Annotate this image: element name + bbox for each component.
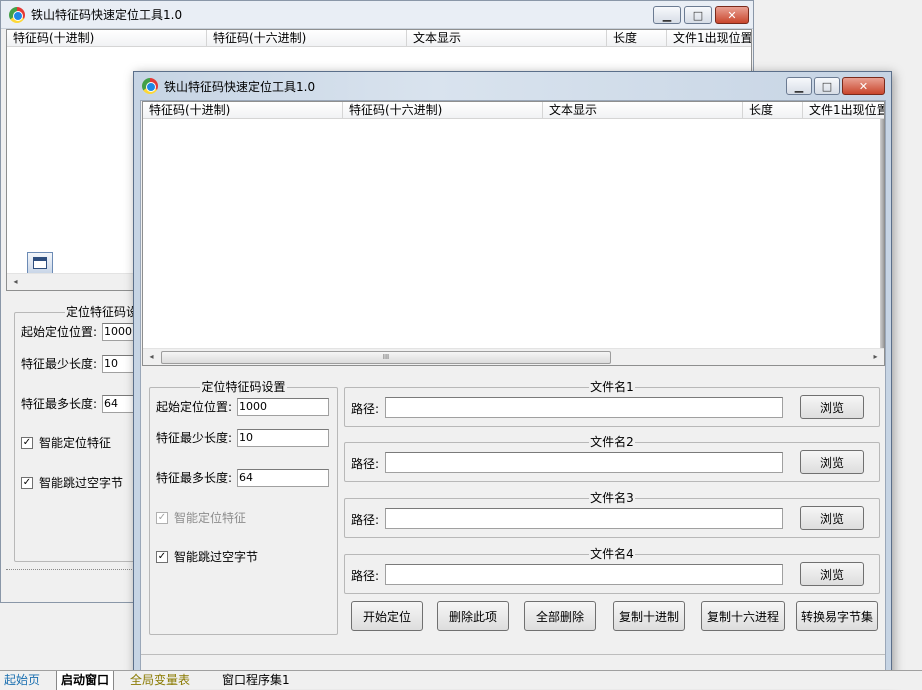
file-group-4: 文件名4 路径: 浏览: [344, 547, 880, 594]
tab-global-variables[interactable]: 全局变量表: [126, 671, 194, 690]
scroll-left-icon[interactable]: ◂: [7, 274, 24, 291]
minimize-button[interactable]: ▁: [653, 6, 681, 24]
max-length-label: 特征最多长度:: [156, 471, 233, 485]
front-results-list[interactable]: 特征码(十进制) 特征码(十六进制) 文本显示 长度 文件1出现位置 ◂ III…: [142, 101, 885, 366]
scrollbar-thumb[interactable]: III: [161, 351, 611, 364]
file-group-2: 文件名2 路径: 浏览: [344, 435, 880, 482]
back-skip-empty-checkbox[interactable]: ✓ 智能跳过空字节: [21, 474, 123, 491]
scroll-right-icon[interactable]: ▸: [867, 349, 884, 366]
copy-hex-button[interactable]: 复制十六进程: [701, 601, 785, 631]
min-length-label: 特征最少长度:: [156, 431, 233, 445]
skip-empty-checkbox[interactable]: ✓ 智能跳过空字节: [156, 548, 258, 565]
column-header[interactable]: 文本显示: [543, 102, 743, 118]
min-length-input[interactable]: 10: [237, 429, 329, 447]
back-list-header: 特征码(十进制) 特征码(十六进制) 文本显示 长度 文件1出现位置: [7, 30, 751, 47]
front-window-titlebar[interactable]: 铁山特征码快速定位工具1.0 ▁ □ ✕: [134, 72, 891, 100]
front-horizontal-scrollbar[interactable]: ◂ III ▸: [143, 348, 884, 365]
checkbox-label: 智能定位特征: [39, 436, 112, 450]
front-client-area: 特征码(十进制) 特征码(十六进制) 文本显示 长度 文件1出现位置 ◂ III…: [140, 100, 886, 673]
copy-decimal-button[interactable]: 复制十进制: [613, 601, 685, 631]
checkbox-box: ✓: [156, 550, 168, 563]
checkbox-box: ✓: [21, 436, 33, 449]
front-window-title: 铁山特征码快速定位工具1.0: [164, 79, 316, 94]
column-header[interactable]: 特征码(十六进制): [207, 30, 407, 46]
column-header[interactable]: 文件1出现位置: [667, 30, 751, 46]
file-group-title: 文件名2: [589, 435, 635, 449]
front-window: 铁山特征码快速定位工具1.0 ▁ □ ✕ 特征码(十进制) 特征码(十六进制) …: [133, 71, 892, 680]
maximize-button[interactable]: □: [684, 6, 712, 24]
checkbox-label: 智能跳过空字节: [174, 550, 259, 564]
smart-locate-checkbox[interactable]: ✓ 智能定位特征: [156, 509, 246, 526]
checkbox-label: 智能跳过空字节: [39, 476, 124, 490]
max-length-input[interactable]: 64: [237, 469, 329, 487]
convert-bytes-button[interactable]: 转换易字节集: [796, 601, 878, 631]
start-locate-button[interactable]: 开始定位: [351, 601, 423, 631]
column-header[interactable]: 特征码(十六进制): [343, 102, 543, 118]
tab-window-assembly[interactable]: 窗口程序集1: [218, 671, 294, 690]
calendar-icon[interactable]: [27, 252, 53, 274]
front-list-header: 特征码(十进制) 特征码(十六进制) 文本显示 长度 文件1出现位置: [143, 102, 884, 119]
tab-launch-window[interactable]: 启动窗口: [56, 671, 115, 690]
browse-button[interactable]: 浏览: [800, 506, 864, 530]
browse-button[interactable]: 浏览: [800, 562, 864, 586]
browse-button[interactable]: 浏览: [800, 450, 864, 474]
file-group-title: 文件名1: [589, 380, 635, 394]
path-label: 路径:: [351, 569, 380, 583]
file-path-input[interactable]: [385, 508, 783, 529]
column-header[interactable]: 长度: [607, 30, 667, 46]
start-position-label: 起始定位位置:: [156, 400, 233, 414]
close-button[interactable]: ✕: [715, 6, 749, 24]
vertical-scrollbar-edge[interactable]: [880, 119, 884, 348]
tab-start-page[interactable]: 起始页: [0, 671, 44, 690]
checkbox-box: ✓: [21, 476, 33, 489]
settings-group-title: 定位特征码设置: [200, 380, 287, 394]
minimize-button[interactable]: ▁: [786, 77, 812, 95]
checkbox-box: ✓: [156, 511, 168, 524]
browse-button[interactable]: 浏览: [800, 395, 864, 419]
maximize-button[interactable]: □: [814, 77, 840, 95]
back-min-label: 特征最少长度:: [21, 357, 98, 371]
back-settings-title: 定位特征码设: [65, 305, 140, 319]
file-group-title: 文件名3: [589, 491, 635, 505]
column-header[interactable]: 长度: [743, 102, 803, 118]
column-header[interactable]: 文本显示: [407, 30, 607, 46]
file-group-3: 文件名3 路径: 浏览: [344, 491, 880, 538]
document-tabs: 起始页 启动窗口 全局变量表 窗口程序集1: [0, 670, 922, 690]
start-position-input[interactable]: 1000: [237, 398, 329, 416]
file-path-input[interactable]: [385, 397, 783, 418]
back-window-title: 铁山特征码快速定位工具1.0: [31, 8, 183, 22]
file-group-title: 文件名4: [589, 547, 635, 561]
back-max-label: 特征最多长度:: [21, 397, 98, 411]
file-path-input[interactable]: [385, 452, 783, 473]
back-start-label: 起始定位位置:: [21, 325, 98, 339]
path-label: 路径:: [351, 513, 380, 527]
delete-item-button[interactable]: 删除此项: [437, 601, 509, 631]
checkbox-label: 智能定位特征: [174, 511, 247, 525]
file-path-input[interactable]: [385, 564, 783, 585]
app-icon: [9, 6, 25, 23]
column-header[interactable]: 特征码(十进制): [143, 102, 343, 118]
app-icon: [142, 78, 158, 94]
file-group-1: 文件名1 路径: 浏览: [344, 380, 880, 427]
back-window-titlebar[interactable]: 铁山特征码快速定位工具1.0 ▁ □ ✕: [1, 1, 753, 29]
back-smart-locate-checkbox[interactable]: ✓ 智能定位特征: [21, 434, 111, 451]
path-label: 路径:: [351, 457, 380, 471]
close-button[interactable]: ✕: [842, 77, 885, 95]
column-header[interactable]: 文件1出现位置: [803, 102, 884, 118]
delete-all-button[interactable]: 全部删除: [524, 601, 596, 631]
scroll-left-icon[interactable]: ◂: [143, 349, 160, 366]
column-header[interactable]: 特征码(十进制): [7, 30, 207, 46]
path-label: 路径:: [351, 402, 380, 416]
